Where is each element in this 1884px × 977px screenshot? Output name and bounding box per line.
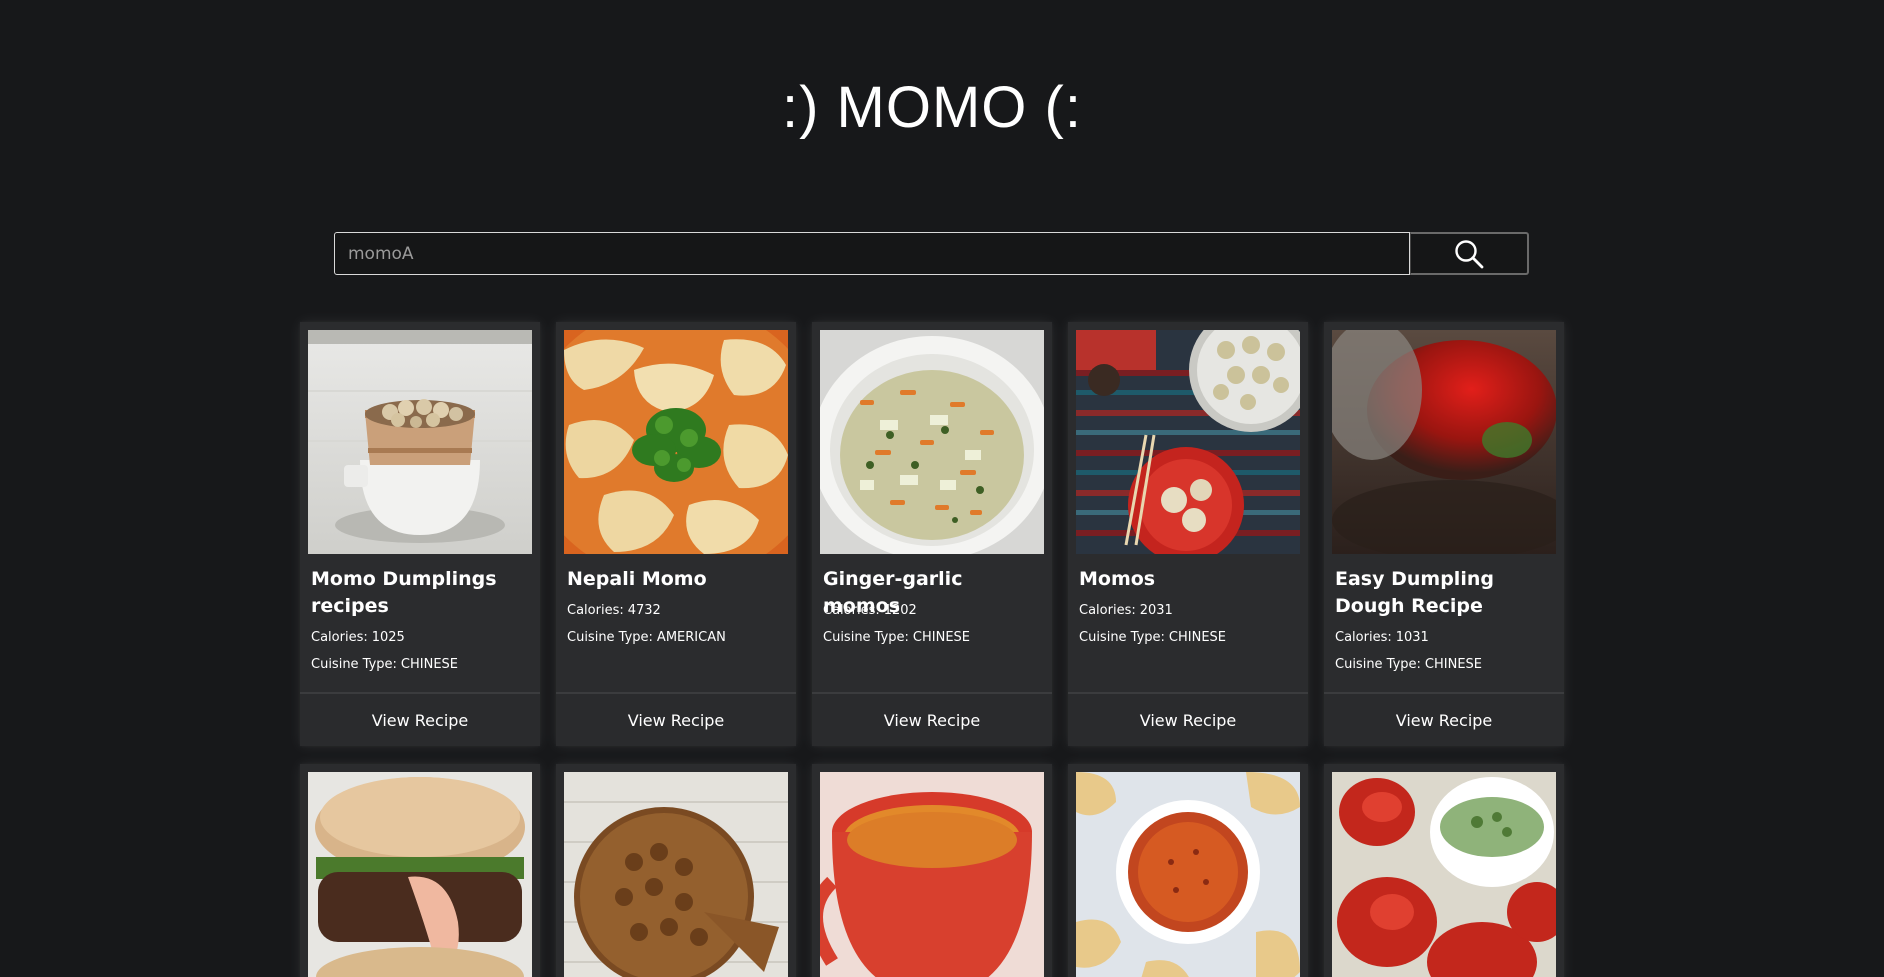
recipe-calories: Calories: 1031	[1335, 624, 1557, 651]
recipe-card	[1324, 764, 1564, 977]
view-recipe-button[interactable]: View Recipe	[812, 692, 1052, 746]
view-recipe-button[interactable]: View Recipe	[556, 692, 796, 746]
calories-label: Calories:	[1335, 630, 1392, 645]
page: :) MOMO (: momoA Momo Dumplings recipes …	[0, 0, 1884, 977]
recipe-grid: Momo Dumplings recipes Calories: 1025 Cui…	[300, 322, 1566, 977]
recipe-card: Momo Dumplings recipes Calories: 1025 Cui…	[300, 322, 540, 746]
cuisine-label: Cuisine Type:	[1335, 657, 1421, 672]
cuisine-value: CHINESE	[400, 657, 459, 672]
view-recipe-button[interactable]: View Recipe	[1324, 692, 1564, 746]
recipe-card	[1068, 764, 1308, 977]
cuisine-label: Cuisine Type:	[1079, 630, 1165, 645]
recipe-cuisine: Cuisine Type: CHINESE	[311, 651, 533, 678]
calories-label: Calories:	[311, 630, 368, 645]
search-icon	[1455, 239, 1484, 268]
recipe-card	[300, 764, 540, 977]
recipe-calories: Calories: 1025	[311, 624, 533, 651]
cuisine-label: Cuisine Type:	[311, 657, 397, 672]
calories-value: 1025	[371, 630, 405, 645]
recipe-calories: Calories: 2031	[1079, 597, 1301, 624]
cuisine-value: CHINESE	[1424, 657, 1483, 672]
recipe-title: Easy Dumpling Dough Recipe	[1335, 568, 1494, 617]
recipe-card: Nepali Momo Calories: 4732 Cuisine Type: A…	[556, 322, 796, 746]
recipe-title: Momos	[1079, 568, 1156, 590]
recipe-image	[1332, 330, 1556, 554]
page-title: :) MOMO (:	[782, 75, 1082, 140]
cuisine-label: Cuisine Type:	[823, 630, 909, 645]
calories-label: Calories:	[823, 603, 880, 618]
cuisine-label: Cuisine Type:	[567, 630, 653, 645]
search-button[interactable]	[1410, 232, 1529, 275]
calories-value: 1202	[883, 603, 917, 618]
recipe-image	[1332, 772, 1556, 977]
calories-value: 4732	[627, 603, 661, 618]
search-input[interactable]	[334, 232, 1410, 275]
calories-value: 2031	[1139, 603, 1173, 618]
recipe-card	[556, 764, 796, 977]
search-form	[334, 232, 1529, 275]
cuisine-value: CHINESE	[1168, 630, 1227, 645]
recipe-calories: Calories: 4732	[567, 597, 789, 624]
calories-label: Calories:	[567, 603, 624, 618]
recipe-image	[564, 772, 788, 977]
view-recipe-button[interactable]: View Recipe	[300, 692, 540, 746]
recipe-image	[820, 772, 1044, 977]
view-recipe-button[interactable]: View Recipe	[1068, 692, 1308, 746]
cuisine-value: CHINESE	[912, 630, 971, 645]
recipe-image	[820, 330, 1044, 554]
recipe-cuisine: Cuisine Type: CHINESE	[1079, 624, 1301, 651]
recipe-title: Momo Dumplings recipes	[311, 568, 497, 617]
recipe-card	[812, 764, 1052, 977]
recipe-card: Momos Calories: 2031 Cuisine Type: CHINESE…	[1068, 322, 1308, 746]
recipe-image	[1076, 772, 1300, 977]
recipe-card: Ginger-garlic momos Calories: 1202 Cuisin…	[812, 322, 1052, 746]
recipe-image	[564, 330, 788, 554]
recipe-image	[1076, 330, 1300, 554]
recipe-cuisine: Cuisine Type: CHINESE	[823, 624, 1045, 651]
cuisine-value: AMERICAN	[656, 630, 726, 645]
recipe-cuisine: Cuisine Type: AMERICAN	[567, 624, 789, 651]
calories-label: Calories:	[1079, 603, 1136, 618]
recipe-card: Easy Dumpling Dough Recipe Calories: 1031…	[1324, 322, 1564, 746]
recipe-title: Nepali Momo	[567, 568, 707, 590]
recipe-cuisine: Cuisine Type: CHINESE	[1335, 651, 1557, 678]
recipe-image	[308, 772, 532, 977]
calories-value: 1031	[1395, 630, 1429, 645]
recipe-calories: Calories: 1202	[823, 597, 1045, 624]
recipe-image	[308, 330, 532, 554]
